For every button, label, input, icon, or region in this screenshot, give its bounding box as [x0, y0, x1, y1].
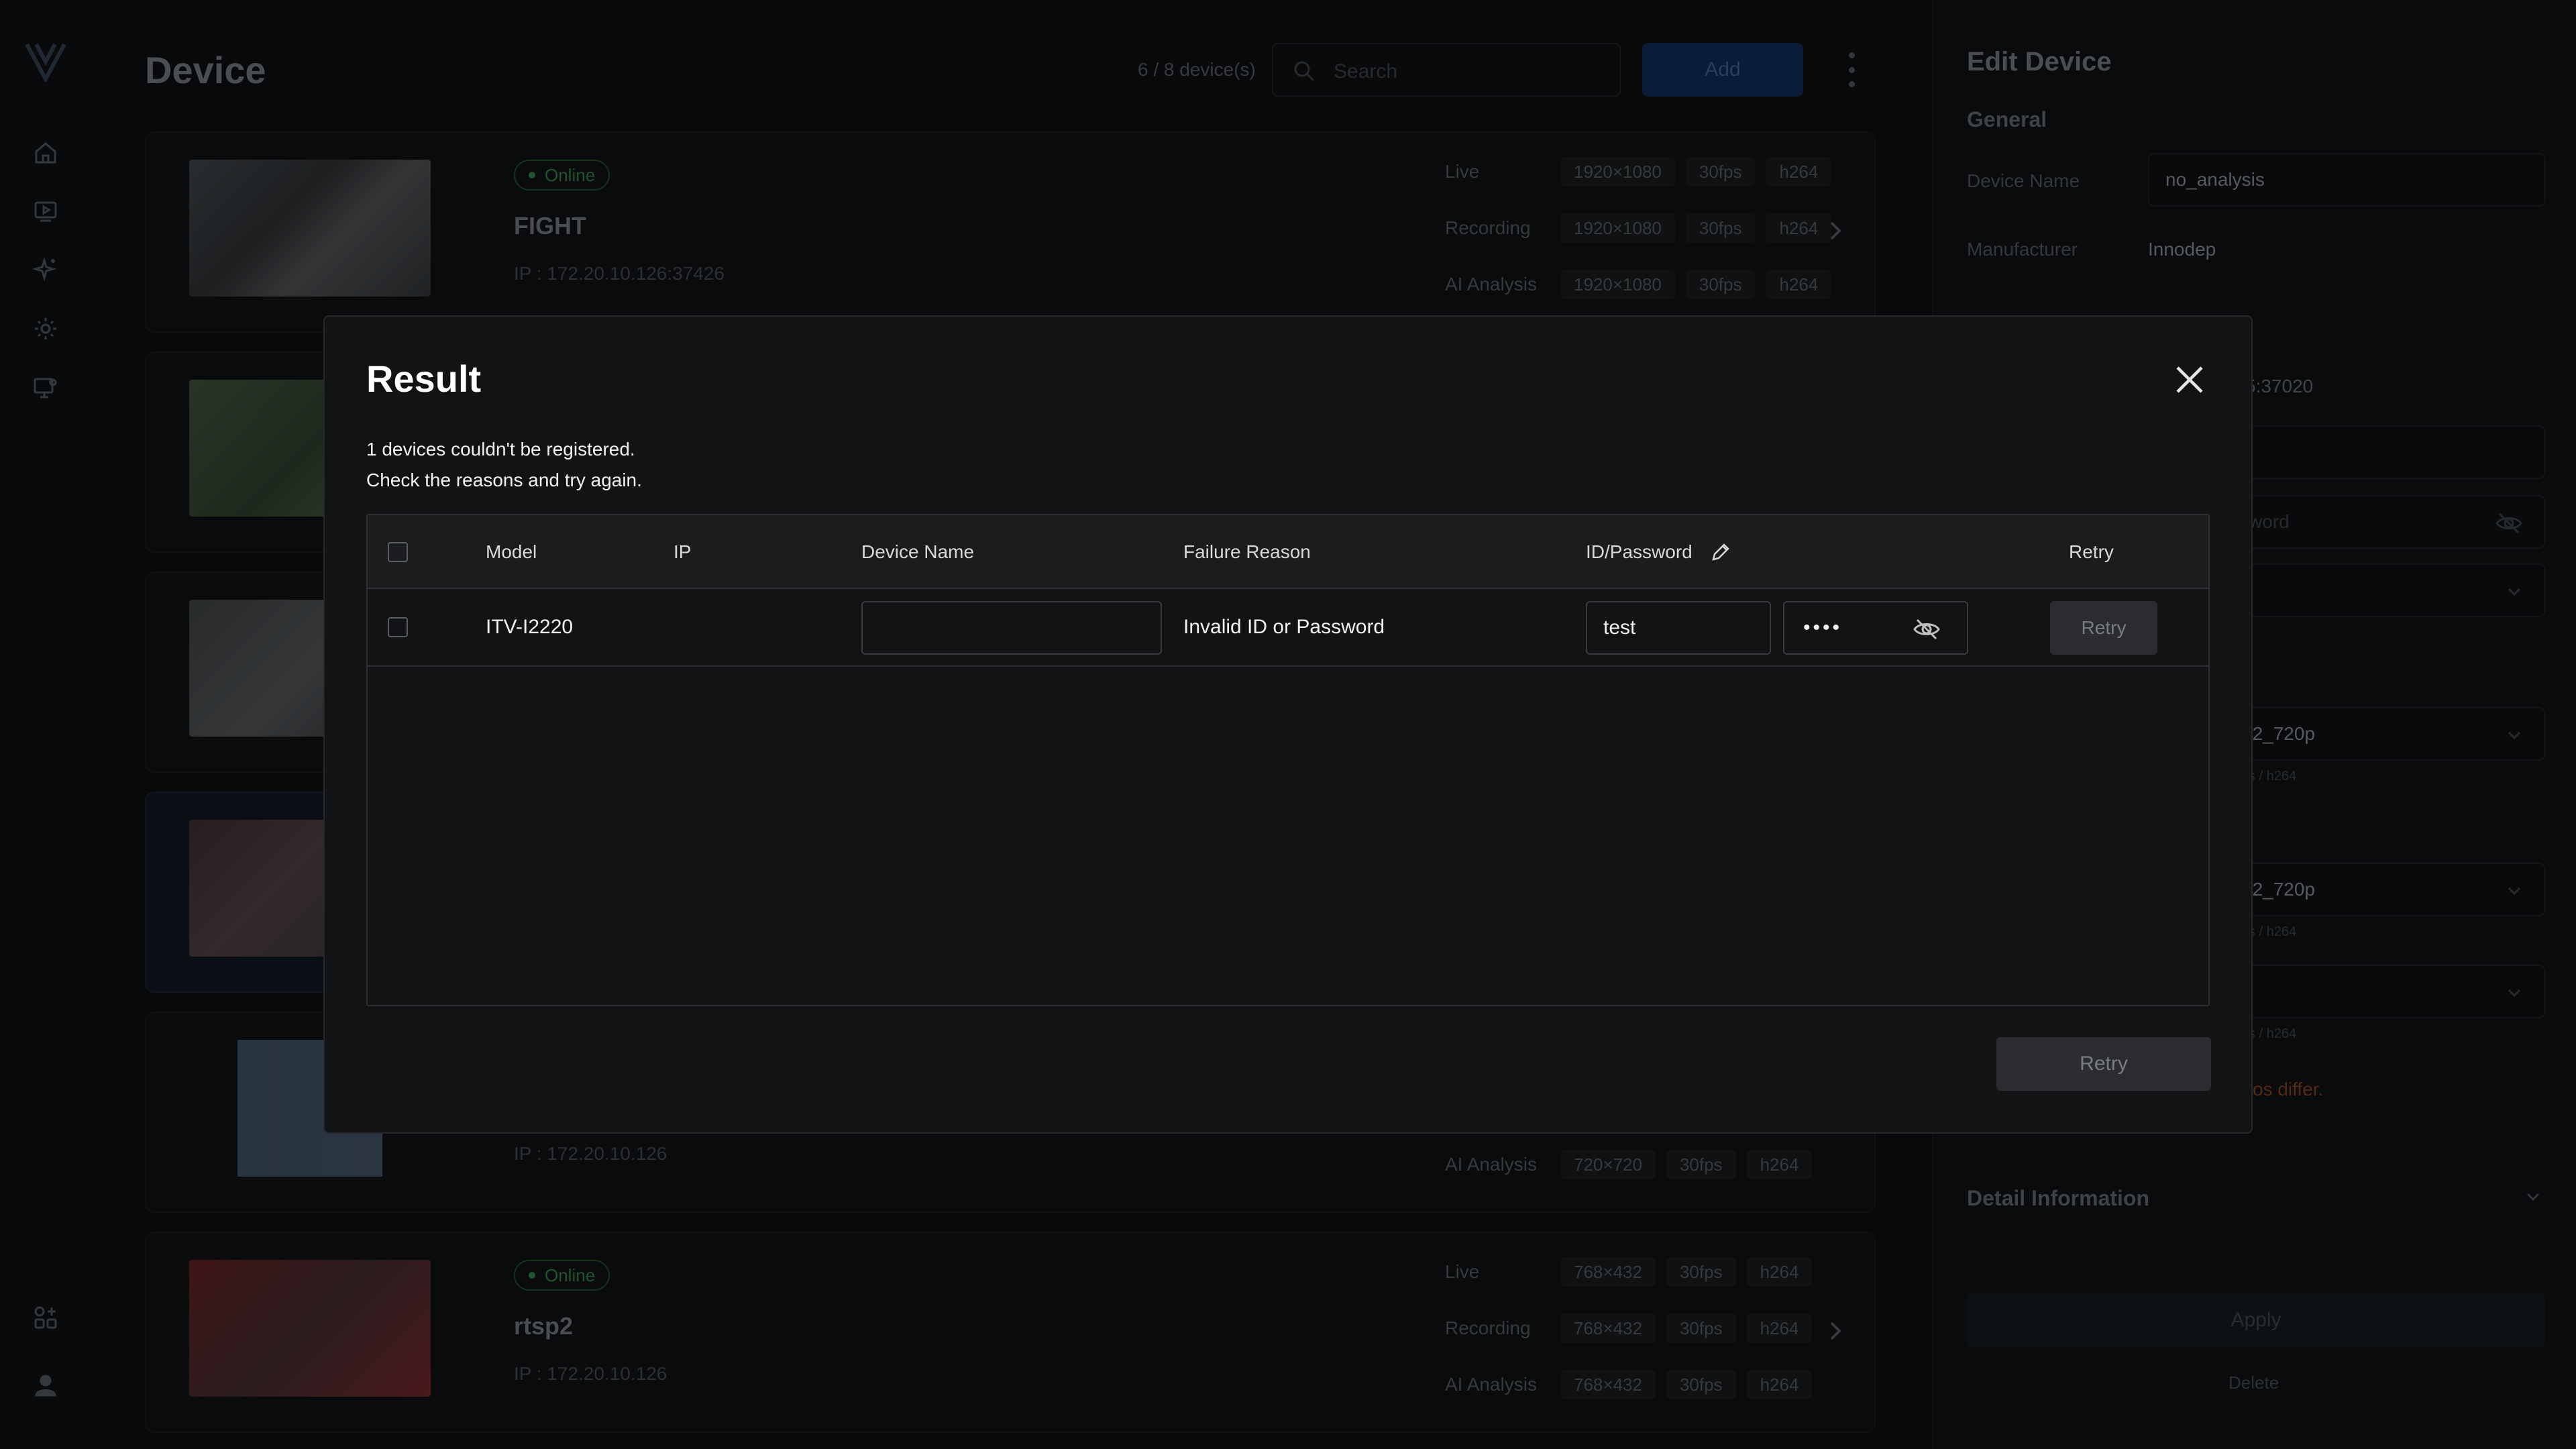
row-failure-reason: Invalid ID or Password [1183, 616, 1385, 638]
row-retry-button[interactable]: Retry [2050, 601, 2157, 655]
column-retry: Retry [2069, 541, 2114, 562]
column-failure-reason: Failure Reason [1183, 541, 1311, 562]
row-model: ITV-I2220 [486, 616, 574, 638]
result-dialog: Result 1 devices couldn't be registered.… [323, 315, 2253, 1134]
result-message-line1: 1 devices couldn't be registered. [366, 439, 635, 460]
column-ip: IP [674, 541, 692, 562]
eye-off-icon[interactable] [1912, 614, 1941, 644]
table-header: Model IP Device Name Failure Reason ID/P… [368, 515, 2208, 589]
id-input[interactable]: test [1586, 601, 1771, 655]
edit-pencil-icon[interactable] [1709, 541, 1732, 564]
dialog-title: Result [366, 358, 482, 400]
table-row: ITV-I2220 Invalid ID or Password test ••… [368, 589, 2208, 667]
result-message-line2: Check the reasons and try again. [366, 470, 642, 490]
column-device-name: Device Name [861, 541, 975, 562]
password-mask: •••• [1803, 616, 1843, 639]
select-all-checkbox[interactable] [388, 542, 408, 562]
retry-all-button[interactable]: Retry [1996, 1037, 2211, 1091]
column-model: Model [486, 541, 537, 562]
device-name-input[interactable] [861, 601, 1162, 655]
close-icon[interactable] [2171, 361, 2208, 398]
column-id-password: ID/Password [1586, 541, 1693, 562]
password-input[interactable]: •••• [1783, 601, 1968, 655]
failed-devices-table: Model IP Device Name Failure Reason ID/P… [366, 514, 2210, 1006]
row-checkbox[interactable] [388, 617, 408, 637]
